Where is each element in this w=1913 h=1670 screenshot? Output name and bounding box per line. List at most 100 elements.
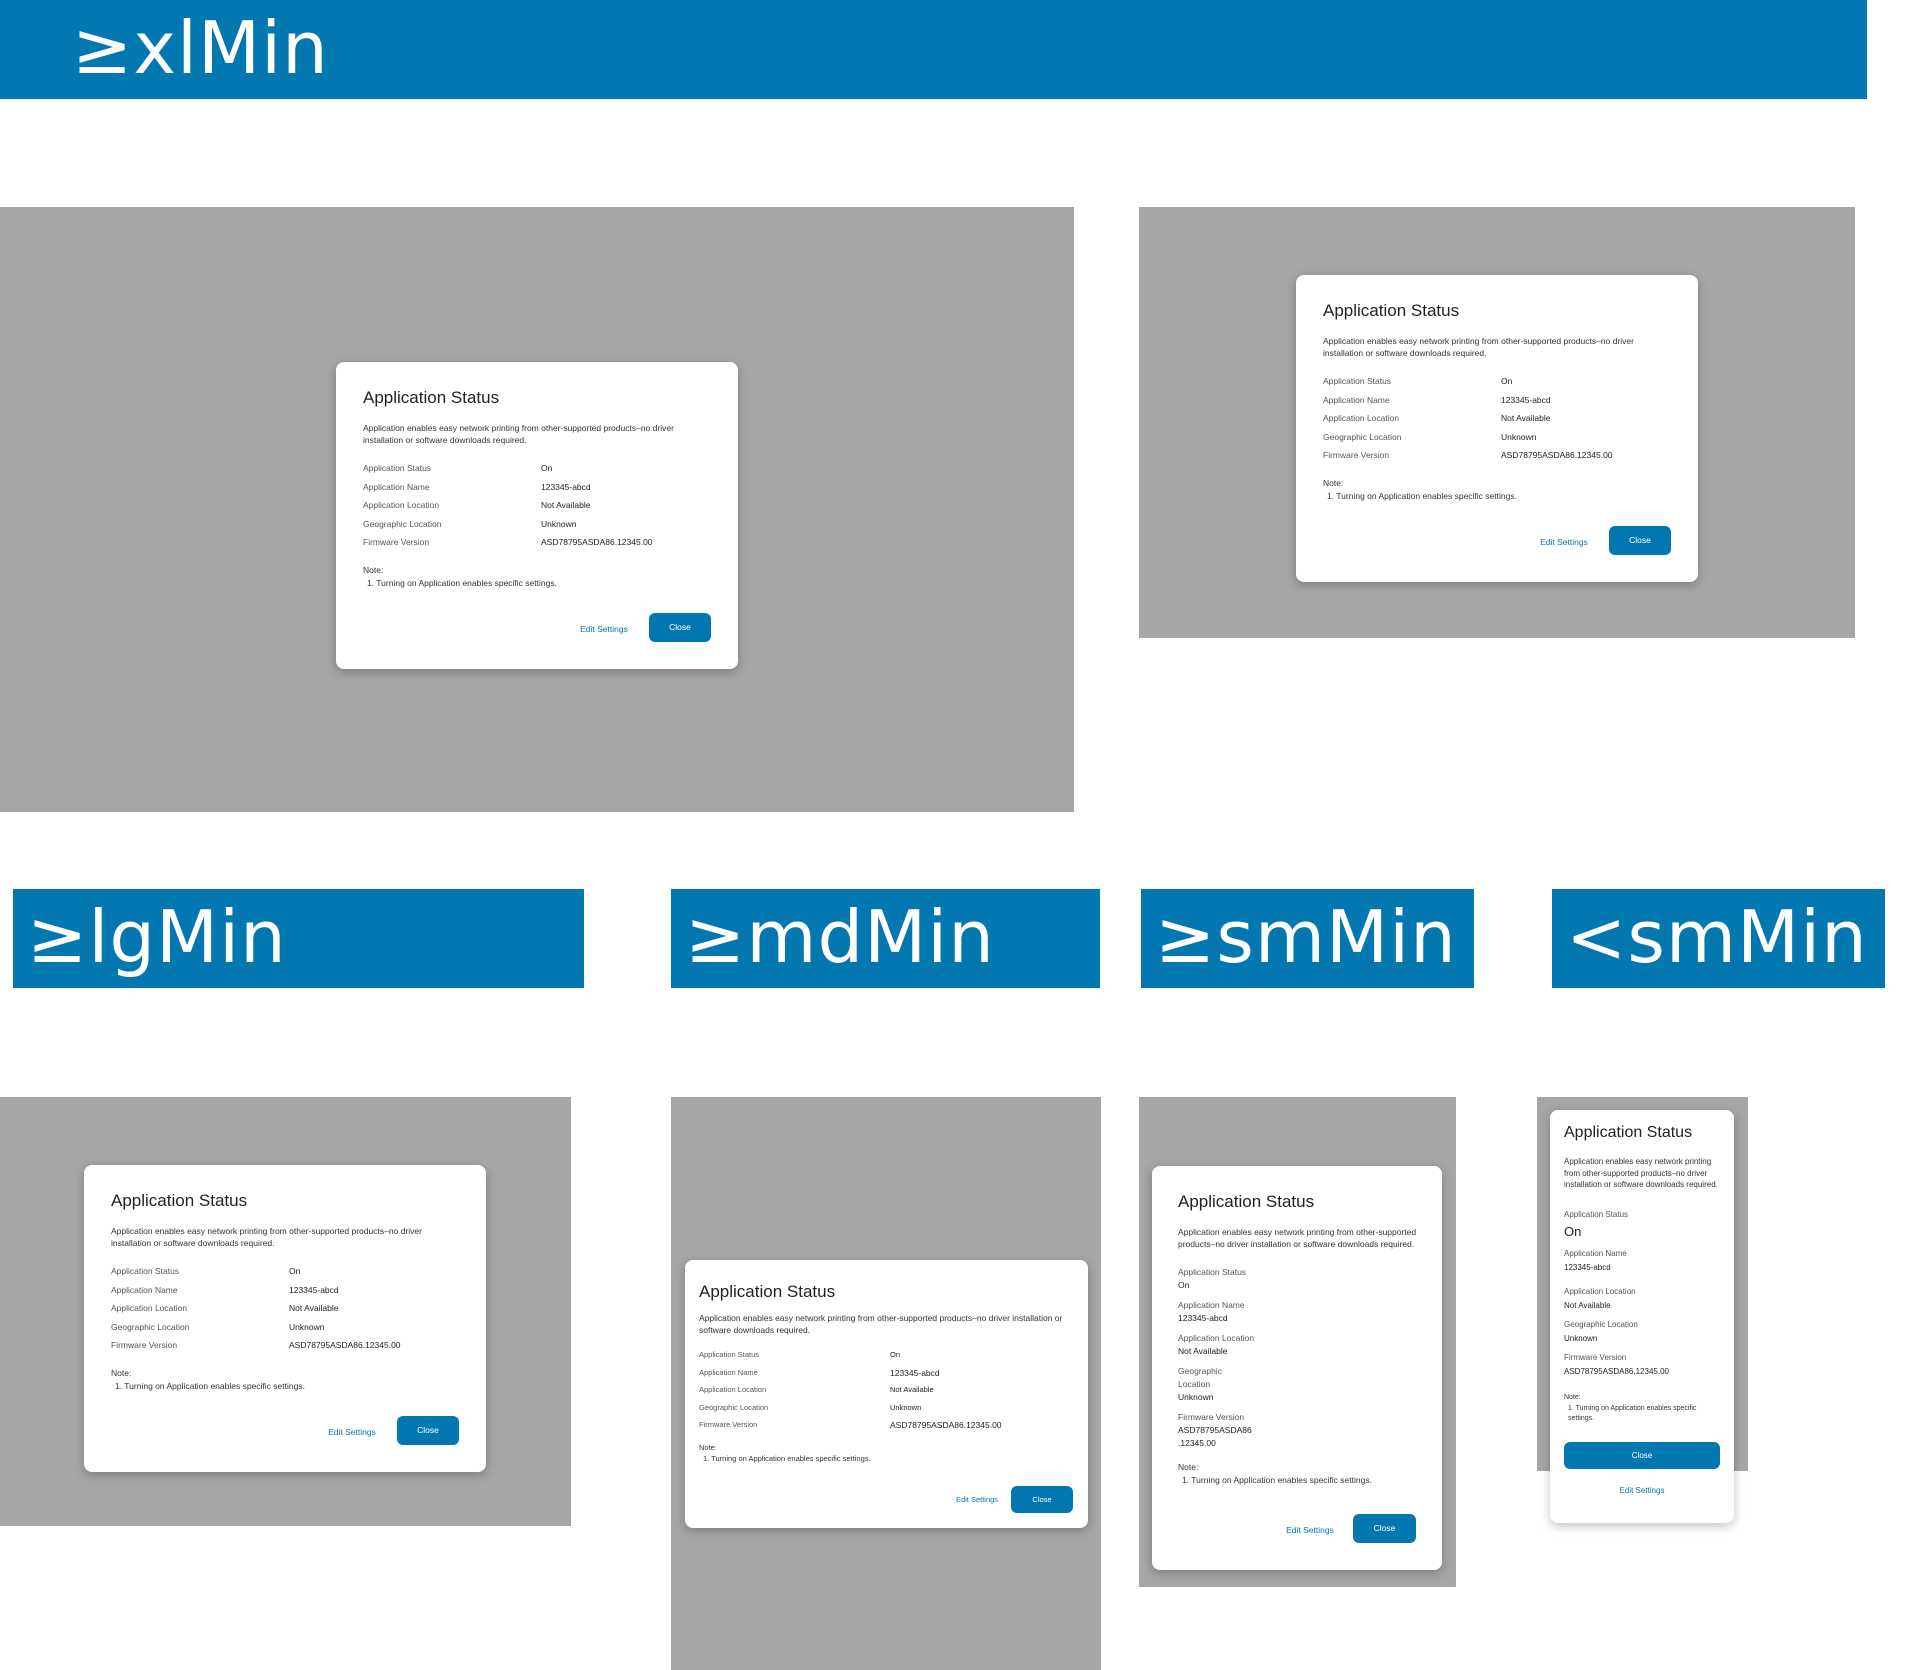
- field-row: Geographic Location Unknown: [363, 518, 576, 529]
- field-label: Application Location: [363, 500, 440, 510]
- field-label: Application Status: [699, 1350, 760, 1359]
- breakpoint-banner-md: ≥mdMin: [671, 889, 1100, 988]
- edit-settings-link[interactable]: Edit Settings: [1534, 537, 1594, 547]
- field-label: Application Status: [1323, 376, 1392, 386]
- field-row: Geographic Location Unknown: [699, 1402, 921, 1412]
- field-label: Application Location: [699, 1385, 767, 1394]
- close-button[interactable]: Close: [1011, 1486, 1073, 1513]
- field-label: Geographic Location: [1323, 431, 1402, 442]
- field-row: Firmware Version ASD78795ASDA86.12345.00: [111, 1340, 401, 1350]
- dialog-description: Application enables easy network printin…: [1178, 1227, 1417, 1250]
- field-value: Not Available: [1564, 1301, 1611, 1310]
- close-button[interactable]: Close: [1564, 1442, 1720, 1469]
- field-label: Geographic Location: [111, 1321, 190, 1332]
- field-row: Firmware Version ASD78795ASDA86.12345.00: [699, 1420, 1002, 1430]
- field-label: Firmware Version: [1178, 1412, 1245, 1422]
- field-row: Firmware Version ASD78795ASDA86.12345.00: [1323, 450, 1613, 460]
- field-value: Unknown: [1501, 431, 1537, 442]
- edit-settings-link[interactable]: Edit Settings: [947, 1495, 1007, 1504]
- dialog-xl-alt: Application Status Application enables e…: [1296, 275, 1698, 582]
- close-button[interactable]: Close: [1609, 526, 1671, 555]
- field-label: Application Name: [1323, 394, 1390, 405]
- close-button[interactable]: Close: [649, 613, 711, 642]
- note-label: Note:: [699, 1443, 717, 1452]
- field-row: Application Location Not Available: [699, 1385, 934, 1394]
- edit-settings-link[interactable]: Edit Settings: [574, 624, 634, 634]
- field-label: Application Name: [111, 1284, 178, 1295]
- field-value: On: [1178, 1280, 1190, 1290]
- field-row: Application Status On: [699, 1350, 900, 1359]
- field-value: 123345-abcd: [541, 481, 591, 492]
- dialog-title: Application Status: [1323, 301, 1460, 320]
- field-label: Geographic Location: [363, 518, 442, 529]
- edit-settings-link[interactable]: Edit Settings: [1564, 1486, 1720, 1495]
- breakpoint-banner-xl: ≥xlMin: [0, 0, 1867, 99]
- close-button[interactable]: Close: [1353, 1514, 1416, 1543]
- dialog-description: Application enables easy network printin…: [363, 423, 674, 446]
- breakpoint-label-xs: <smMin: [1566, 895, 1868, 979]
- field-label-line1: Geographic: [1178, 1366, 1222, 1376]
- breakpoint-banner-xs: <smMin: [1552, 889, 1885, 988]
- field-value: On: [541, 463, 553, 473]
- dialog-xs: Application Status Application enables e…: [1550, 1110, 1734, 1523]
- field-label: Firmware Version: [1564, 1353, 1627, 1362]
- breakpoint-label-md: ≥mdMin: [685, 895, 995, 979]
- dialog-title: Application Status: [1178, 1192, 1315, 1211]
- dialog-description: Application enables easy network printin…: [111, 1226, 422, 1249]
- dialog-title: Application Status: [699, 1282, 836, 1301]
- edit-settings-link[interactable]: Edit Settings: [1280, 1525, 1340, 1535]
- note: Note: 1. Turning on Application enables …: [111, 1367, 305, 1393]
- field-label: Application Location: [1323, 413, 1400, 423]
- field-row: Application Location Not Available: [111, 1303, 338, 1313]
- field-row: Application Name 123345-abcd: [111, 1284, 339, 1295]
- field-label: Application Status: [111, 1266, 180, 1276]
- breakpoint-banner-lg: ≥lgMin: [13, 889, 584, 988]
- field-row: Application Status On: [363, 463, 552, 473]
- note-item: 1. Turning on Application enables specif…: [367, 577, 557, 588]
- note-label: Note:: [111, 1368, 132, 1378]
- dialog-description: Application enables easy network printin…: [1323, 336, 1634, 359]
- field-label: Application Location: [1564, 1287, 1636, 1296]
- note: Note: 1. Turning on Application enables …: [363, 564, 557, 590]
- dialog-lg: Application Status Application enables e…: [84, 1165, 486, 1472]
- field-label: Geographic Location: [1564, 1320, 1638, 1329]
- field-label: Geographic Location: [699, 1402, 769, 1412]
- field-row: Application Location Not Available: [363, 500, 590, 510]
- field-value-line2: .12345.00: [1178, 1438, 1216, 1448]
- dialog-sm: Application Status Application enables e…: [1152, 1166, 1442, 1570]
- breakpoint-label-sm: ≥smMin: [1155, 895, 1457, 979]
- field-value: Unknown: [890, 1402, 922, 1412]
- note: Note: 1. Turning on Application enables …: [699, 1442, 871, 1465]
- note-item: 1. Turning on Application enables specif…: [703, 1454, 871, 1464]
- field-value: ASD78795ASDA86.12345.00: [890, 1420, 1002, 1430]
- field-row: Geographic Location Unknown: [111, 1321, 324, 1332]
- note-label: Note:: [1564, 1394, 1581, 1401]
- field-value: 123345-abcd: [289, 1284, 339, 1295]
- field-value: Not Available: [1178, 1346, 1228, 1356]
- field-value: ASD78795ASDA86.12345.00: [289, 1340, 401, 1350]
- dialog-title: Application Status: [111, 1191, 248, 1210]
- dialog-title: Application Status: [363, 388, 500, 407]
- field-row: Firmware Version ASD78795ASDA86.12345.00: [363, 537, 653, 547]
- breakpoint-label-xl: ≥xlMin: [72, 6, 329, 90]
- field-value: On: [289, 1266, 301, 1276]
- field-value: 123345-abcd: [1501, 394, 1551, 405]
- note-label: Note:: [363, 565, 384, 575]
- field-label: Firmware Version: [111, 1340, 178, 1350]
- note: Note: 1. Turning on Application enables …: [1323, 477, 1517, 503]
- dialog-description: Application enables easy network printin…: [1564, 1157, 1718, 1190]
- field-value: Unknown: [1564, 1334, 1598, 1343]
- field-label: Application Name: [1178, 1300, 1245, 1310]
- field-label: Firmware Version: [363, 537, 430, 547]
- field-value: Not Available: [289, 1303, 339, 1313]
- note: Note: 1. Turning on Application enables …: [1564, 1393, 1724, 1425]
- note-label: Note:: [1323, 478, 1344, 488]
- close-button[interactable]: Close: [397, 1416, 459, 1445]
- edit-settings-link[interactable]: Edit Settings: [322, 1427, 382, 1437]
- field-row: Application Location Not Available: [1323, 413, 1550, 423]
- field-value: On: [1564, 1224, 1582, 1239]
- field-value: 123345-abcd: [1564, 1263, 1611, 1272]
- field-value: Not Available: [1501, 413, 1551, 423]
- field-value: ASD78795ASDA86.12345.00: [1564, 1367, 1669, 1376]
- dialog-md: Application Status Application enables e…: [685, 1260, 1088, 1528]
